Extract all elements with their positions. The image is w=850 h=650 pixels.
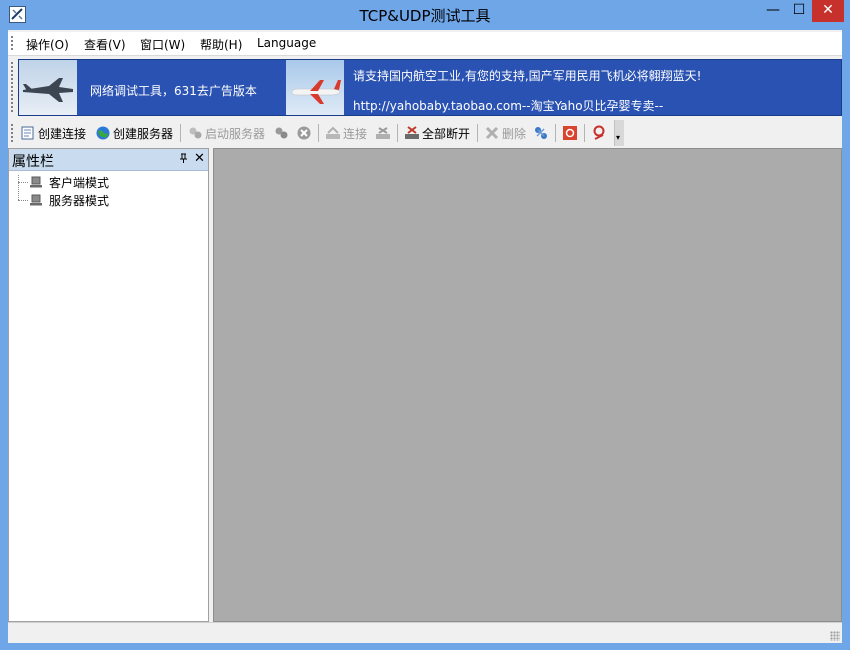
fighter-jet-image — [19, 60, 77, 115]
toolbar-separator — [180, 124, 181, 142]
start-server-button[interactable]: 启动服务器 — [187, 124, 265, 142]
panel-close-icon[interactable]: ✕ — [194, 151, 205, 166]
banner-text-right-1: 请支持国内航空工业,有您的支持,国产军用民用飞机必将翱翔蓝天! — [353, 69, 702, 83]
panel-title: 属性栏 — [12, 154, 54, 170]
stop-circle-icon — [297, 126, 311, 140]
create-server-label: 创建服务器 — [113, 126, 174, 141]
client-area: 操作(O) 查看(V) 窗口(W) 帮助(H) Language 网络调试工具，… — [8, 30, 842, 643]
server-start-icon — [189, 127, 202, 139]
disconnect-icon — [376, 127, 390, 139]
toolbar-separator — [397, 124, 398, 142]
toolbar-separator — [555, 124, 556, 142]
title-bar[interactable]: TCP&UDP测试工具 — ☐ ✕ — [0, 0, 850, 30]
tree-item-client-mode[interactable]: 客户端模式 — [29, 174, 109, 190]
minimize-button[interactable]: — — [760, 0, 786, 22]
help-button[interactable] — [591, 124, 609, 142]
help-icon — [593, 125, 605, 140]
server-stop-icon — [275, 127, 288, 139]
disconnect-all-button[interactable]: 全部断开 — [404, 124, 470, 142]
delete-icon — [485, 126, 499, 140]
menu-help[interactable]: 帮助(H) — [200, 36, 242, 53]
chevron-down-icon: ▾ — [616, 133, 621, 142]
network-settings-icon — [535, 127, 547, 139]
status-bar — [8, 622, 842, 643]
banner-grip[interactable] — [11, 62, 14, 112]
disconnect-all-label: 全部断开 — [422, 126, 471, 141]
toolbar-separator — [318, 124, 319, 142]
toolbar-grip[interactable] — [11, 124, 14, 142]
connect-button[interactable]: 连接 — [325, 124, 367, 142]
computer-icon — [30, 176, 42, 188]
tree-item-label: 服务器模式 — [49, 193, 110, 208]
new-connection-icon — [21, 126, 34, 140]
property-panel: 属性栏 ✕ 客户端模式 服务器模式 — [8, 148, 209, 622]
menu-operate[interactable]: 操作(O) — [26, 36, 69, 53]
disconnect-button[interactable] — [375, 124, 393, 142]
connect-label: 连接 — [343, 126, 368, 141]
pin-icon[interactable] — [179, 153, 188, 167]
maximize-button[interactable]: ☐ — [786, 0, 812, 22]
menu-grip[interactable] — [11, 36, 14, 52]
delete-label: 删除 — [502, 126, 527, 141]
banner-text-right-2: http://yahobaby.taobao.com--淘宝Yaho贝比孕婴专卖… — [353, 99, 664, 113]
app-window: TCP&UDP测试工具 — ☐ ✕ 操作(O) 查看(V) 窗口(W) 帮助(H… — [0, 0, 850, 650]
network-settings-button[interactable] — [533, 124, 551, 142]
stop-button[interactable] — [296, 124, 314, 142]
create-connection-button[interactable]: 创建连接 — [20, 124, 86, 142]
mdi-workspace[interactable] — [213, 148, 842, 622]
toolbar: 创建连接 创建服务器 启动服务器 连接 全部断开 删除 ▾ — [8, 120, 624, 146]
computer-icon — [30, 194, 42, 206]
menu-view[interactable]: 查看(V) — [84, 36, 126, 53]
window-title: TCP&UDP测试工具 — [359, 7, 491, 25]
close-button[interactable]: ✕ — [812, 0, 844, 22]
toolbar-separator — [477, 124, 478, 142]
disconnect-all-icon — [405, 126, 419, 139]
toolbar-overflow-button[interactable]: ▾ — [614, 120, 624, 146]
menu-bar: 操作(O) 查看(V) 窗口(W) 帮助(H) Language — [8, 32, 842, 56]
create-connection-label: 创建连接 — [38, 126, 87, 141]
start-server-label: 启动服务器 — [205, 126, 266, 141]
menu-language[interactable]: Language — [257, 36, 316, 50]
ad-banner[interactable]: 网络调试工具，631去广告版本 请支持国内航空工业,有您的支持,国产军用民用飞机… — [18, 59, 842, 116]
toolbar-separator — [584, 124, 585, 142]
stop-server-button[interactable] — [273, 124, 291, 142]
airliner-image — [286, 60, 344, 115]
tree-item-label: 客户端模式 — [49, 175, 110, 190]
resize-grip[interactable] — [830, 631, 840, 641]
create-server-button[interactable]: 创建服务器 — [95, 124, 173, 142]
tree-connector — [18, 175, 19, 200]
tree-connector — [18, 182, 28, 183]
tree-item-server-mode[interactable]: 服务器模式 — [29, 192, 109, 208]
tree-connector — [18, 200, 28, 201]
delete-button[interactable]: 删除 — [484, 124, 526, 142]
connect-icon — [326, 126, 340, 139]
panel-header[interactable]: 属性栏 ✕ — [9, 149, 208, 171]
exit-icon — [563, 126, 577, 140]
banner-text-left: 网络调试工具，631去广告版本 — [90, 84, 257, 98]
menu-window[interactable]: 窗口(W) — [140, 36, 185, 53]
exit-button[interactable] — [562, 124, 580, 142]
globe-icon — [96, 126, 110, 140]
